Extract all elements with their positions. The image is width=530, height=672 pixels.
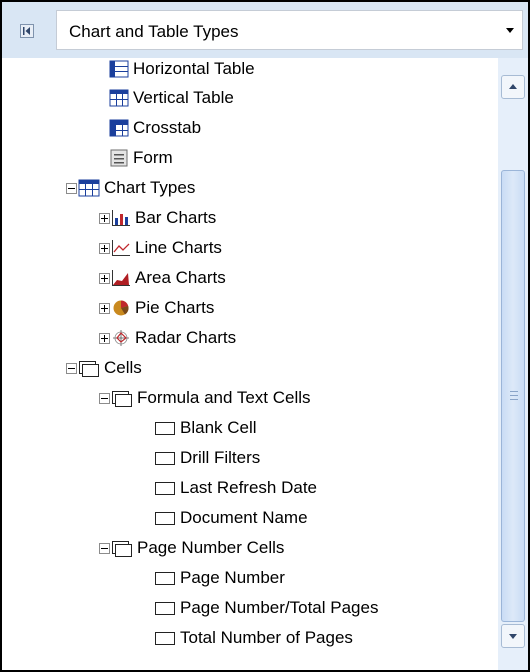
collapse-toggle-icon[interactable] bbox=[99, 542, 110, 554]
vertical-table-icon bbox=[109, 89, 129, 107]
vertical-scrollbar[interactable] bbox=[498, 58, 528, 670]
tree-node-formula-text-cells[interactable]: Formula and Text Cells bbox=[99, 384, 311, 412]
tree-item-vertical-table[interactable]: Vertical Table bbox=[109, 84, 234, 112]
tree-item-document-name[interactable]: Document Name bbox=[154, 504, 308, 532]
line-chart-icon bbox=[112, 240, 130, 256]
cell-icon bbox=[155, 422, 175, 435]
grip-icon bbox=[510, 391, 518, 400]
chart-types-icon bbox=[78, 179, 100, 197]
horizontal-table-icon bbox=[109, 60, 129, 78]
tree-item-page-number[interactable]: Page Number bbox=[154, 564, 285, 592]
cell-icon bbox=[155, 602, 175, 615]
expand-toggle-icon[interactable] bbox=[99, 242, 110, 254]
panel-collapse-icon[interactable] bbox=[20, 24, 34, 38]
tree-item-label: Drill Filters bbox=[180, 448, 261, 467]
tree-item-label: Last Refresh Date bbox=[180, 478, 318, 497]
tree-item-crosstab[interactable]: Crosstab bbox=[109, 114, 201, 142]
crosstab-icon bbox=[109, 119, 129, 137]
tree-node-label: Cells bbox=[104, 358, 142, 377]
tree-node-label: Page Number Cells bbox=[137, 538, 285, 557]
tree-item-horizontal-table[interactable]: Horizontal Table bbox=[109, 58, 255, 83]
expand-toggle-icon[interactable] bbox=[99, 272, 110, 284]
area-chart-icon bbox=[112, 270, 130, 286]
tree-node-label: Pie Charts bbox=[135, 298, 215, 317]
cell-icon bbox=[155, 632, 175, 645]
tree-node-cells[interactable]: Cells bbox=[66, 354, 142, 382]
scroll-down-button[interactable] bbox=[501, 624, 525, 648]
tree-node-area-charts[interactable]: Area Charts bbox=[99, 264, 226, 292]
report-element-panel: Chart and Table Types Horizontal Table V… bbox=[0, 0, 530, 672]
tree-item-label: Page Number bbox=[180, 568, 285, 587]
chevron-down-icon[interactable] bbox=[506, 28, 514, 33]
dropdown-value: Chart and Table Types bbox=[69, 22, 239, 41]
expand-toggle-icon[interactable] bbox=[99, 302, 110, 314]
tree-node-line-charts[interactable]: Line Charts bbox=[99, 234, 222, 262]
panel-header: Chart and Table Types bbox=[2, 2, 528, 58]
tree-node-label: Area Charts bbox=[135, 268, 226, 287]
tree-item-page-number-total-pages[interactable]: Page Number/Total Pages bbox=[154, 594, 378, 622]
cell-icon bbox=[155, 452, 175, 465]
tree-node-label: Formula and Text Cells bbox=[137, 388, 311, 407]
expand-toggle-icon[interactable] bbox=[99, 212, 110, 224]
tree-item-label: Vertical Table bbox=[133, 88, 234, 107]
tree-item-label: Total Number of Pages bbox=[180, 628, 353, 647]
tree-item-drill-filters[interactable]: Drill Filters bbox=[154, 444, 260, 472]
tree-item-label: Document Name bbox=[180, 508, 308, 527]
expand-toggle-icon[interactable] bbox=[99, 332, 110, 344]
cell-icon bbox=[155, 512, 175, 525]
tree-item-label: Crosstab bbox=[133, 118, 202, 137]
tree-node-page-number-cells[interactable]: Page Number Cells bbox=[99, 534, 284, 562]
scroll-thumb[interactable] bbox=[501, 170, 525, 622]
tree-node-label: Line Charts bbox=[135, 238, 222, 257]
element-type-dropdown[interactable]: Chart and Table Types bbox=[56, 10, 523, 50]
tree-node-pie-charts[interactable]: Pie Charts bbox=[99, 294, 214, 322]
tree-item-label: Page Number/Total Pages bbox=[180, 598, 379, 617]
tree-node-label: Radar Charts bbox=[135, 328, 237, 347]
collapse-toggle-icon[interactable] bbox=[66, 362, 77, 374]
cell-icon bbox=[155, 572, 175, 585]
cells-group-icon bbox=[112, 541, 132, 557]
tree-node-bar-charts[interactable]: Bar Charts bbox=[99, 204, 216, 232]
tree-item-label: Horizontal Table bbox=[133, 59, 255, 78]
tree-item-label: Form bbox=[133, 148, 173, 167]
tree-item-last-refresh-date[interactable]: Last Refresh Date bbox=[154, 474, 317, 502]
cells-icon bbox=[79, 361, 99, 377]
pie-chart-icon bbox=[113, 300, 129, 316]
tree-item-form[interactable]: Form bbox=[109, 144, 173, 172]
collapse-toggle-icon[interactable] bbox=[66, 182, 77, 194]
cells-group-icon bbox=[112, 391, 132, 407]
element-tree: Horizontal Table Vertical Table Crosstab bbox=[2, 58, 498, 670]
cell-icon bbox=[155, 482, 175, 495]
collapse-toggle-icon[interactable] bbox=[99, 392, 110, 404]
radar-chart-icon bbox=[113, 330, 129, 346]
tree-node-chart-types[interactable]: Chart Types bbox=[66, 174, 195, 202]
tree-item-blank-cell[interactable]: Blank Cell bbox=[154, 414, 257, 442]
tree-item-total-number-of-pages[interactable]: Total Number of Pages bbox=[154, 624, 353, 652]
bar-chart-icon bbox=[112, 210, 130, 226]
tree-node-label: Chart Types bbox=[104, 178, 196, 197]
tree-node-label: Bar Charts bbox=[135, 208, 217, 227]
form-icon bbox=[110, 149, 128, 167]
tree-node-radar-charts[interactable]: Radar Charts bbox=[99, 324, 236, 352]
tree-item-label: Blank Cell bbox=[180, 418, 257, 437]
scroll-up-button[interactable] bbox=[501, 75, 525, 99]
